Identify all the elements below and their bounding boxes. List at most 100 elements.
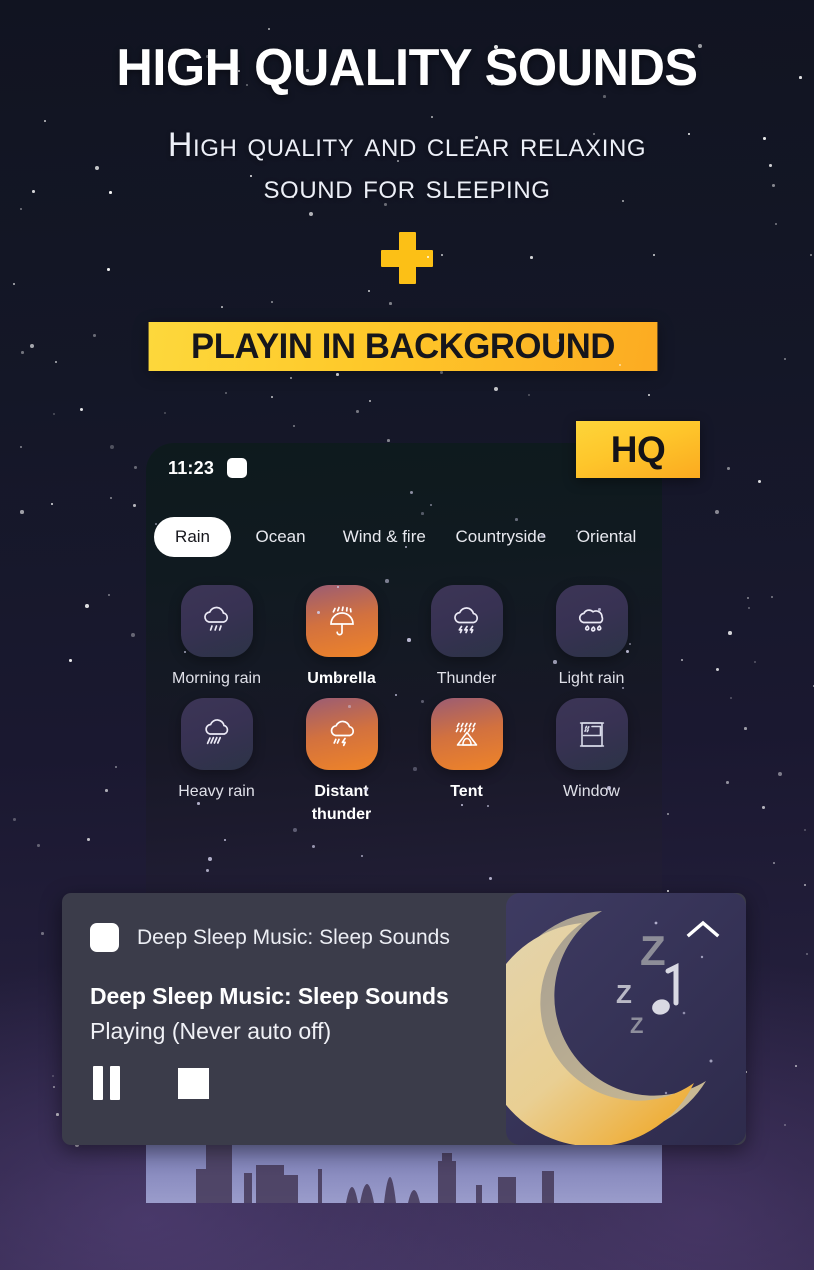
star-dot — [20, 510, 24, 514]
media-notification-card[interactable]: Z Z Z Deep Sleep Music: Sleep Sounds Dee… — [62, 893, 746, 1145]
star-dot — [553, 660, 557, 664]
star-dot — [758, 480, 762, 484]
star-dot — [51, 503, 54, 506]
star-dot — [603, 95, 606, 98]
star-dot — [384, 203, 387, 206]
star-dot — [727, 467, 730, 470]
hq-badge: HQ — [576, 421, 700, 478]
star-dot — [293, 425, 296, 428]
star-dot — [340, 67, 342, 69]
star-dot — [667, 890, 669, 892]
star-dot — [431, 116, 433, 118]
star-dot — [619, 51, 621, 53]
star-dot — [69, 659, 72, 662]
app-icon — [90, 923, 119, 952]
star-dot — [80, 408, 84, 412]
star-dot — [489, 877, 493, 881]
svg-text:Z: Z — [630, 1013, 643, 1038]
star-dot — [389, 302, 392, 305]
sound-label: Morning rain — [172, 670, 261, 687]
star-dot — [410, 491, 413, 494]
star-dot — [461, 804, 463, 806]
umbrella-rain-icon[interactable] — [305, 585, 378, 657]
star-dot — [365, 788, 368, 791]
promo-background: HIGH QUALITY SOUNDS High quality and cle… — [0, 0, 814, 1270]
category-tabs[interactable]: Rain Ocean Wind & fire Countryside Orien… — [146, 517, 662, 557]
window-rain-icon[interactable] — [555, 698, 628, 771]
tab-wind-fire[interactable]: Wind & fire — [326, 517, 443, 557]
star-dot — [799, 76, 802, 79]
sound-label: Window — [563, 783, 620, 801]
sound-tile-heavy-rain[interactable]: Heavy rain — [154, 698, 279, 826]
star-dot — [290, 377, 293, 380]
star-dot — [413, 767, 417, 771]
star-dot — [105, 789, 108, 792]
star-dot — [494, 387, 498, 391]
sound-tile-light-rain[interactable]: Light rain — [529, 585, 654, 690]
star-dot — [133, 504, 136, 507]
star-dot — [494, 45, 498, 49]
star-dot — [292, 196, 294, 198]
stop-icon[interactable] — [178, 1068, 209, 1099]
cloud-drizzle-icon[interactable] — [555, 585, 628, 657]
star-dot — [87, 838, 90, 841]
star-dot — [368, 290, 371, 293]
star-dot — [246, 84, 248, 86]
star-dot — [107, 268, 110, 271]
star-dot — [475, 136, 478, 139]
star-dot — [716, 668, 720, 672]
svg-text:Z: Z — [616, 979, 632, 1009]
star-dot — [629, 643, 631, 645]
sound-tile-morning-rain[interactable]: Morning rain — [154, 585, 279, 690]
star-dot — [515, 518, 518, 521]
star-dot — [110, 497, 112, 499]
star-dot — [271, 301, 273, 303]
sound-label: Light rain — [558, 670, 625, 687]
star-dot — [726, 781, 729, 784]
page-subtitle: High quality and clear relaxing sound fo… — [0, 125, 814, 209]
chevron-up-icon[interactable] — [686, 919, 720, 939]
cloud-heavy-rain-icon[interactable] — [180, 698, 253, 771]
notification-controls — [90, 1066, 209, 1100]
star-dot — [53, 413, 56, 416]
sound-tile-distant-thunder[interactable]: Distant thunder — [279, 698, 404, 826]
star-dot — [763, 137, 766, 140]
star-dot — [806, 953, 808, 955]
sound-tile-tent[interactable]: Tent — [404, 698, 529, 826]
star-dot — [306, 69, 309, 72]
star-dot — [197, 802, 200, 805]
cloud-thunder-icon[interactable] — [305, 698, 378, 771]
tab-rain[interactable]: Rain — [154, 517, 232, 557]
star-dot — [13, 818, 16, 821]
star-dot — [337, 677, 339, 679]
star-dot — [250, 175, 252, 177]
star-dot — [557, 339, 560, 342]
sound-tile-umbrella[interactable]: Umbrella — [279, 585, 404, 690]
star-dot — [41, 932, 44, 935]
notification-header: Deep Sleep Music: Sleep Sounds — [90, 923, 450, 952]
star-dot — [744, 727, 747, 730]
sound-tile-window[interactable]: Window — [529, 698, 654, 826]
star-dot — [225, 392, 227, 394]
star-dot — [528, 394, 530, 396]
tab-oriental[interactable]: Oriental — [559, 517, 654, 557]
star-dot — [206, 55, 209, 58]
tab-ocean[interactable]: Ocean — [235, 517, 326, 557]
star-dot — [775, 223, 777, 225]
cloud-lightning-icon[interactable] — [430, 585, 503, 657]
sound-tile-thunder[interactable]: Thunder — [404, 585, 529, 690]
star-dot — [698, 44, 702, 48]
star-dot — [20, 446, 23, 449]
star-dot — [20, 208, 23, 211]
sound-grid: Morning rain Umbrella Thunder Light rain… — [146, 585, 662, 827]
star-dot — [421, 512, 424, 515]
star-dot — [369, 400, 371, 402]
star-dot — [387, 439, 390, 442]
tent-rain-icon[interactable] — [430, 698, 503, 771]
star-dot — [773, 862, 775, 864]
pause-icon[interactable] — [90, 1066, 122, 1100]
star-dot — [293, 828, 297, 832]
cloud-rain-icon[interactable] — [180, 585, 253, 657]
star-dot — [208, 857, 212, 861]
star-dot — [653, 254, 655, 256]
